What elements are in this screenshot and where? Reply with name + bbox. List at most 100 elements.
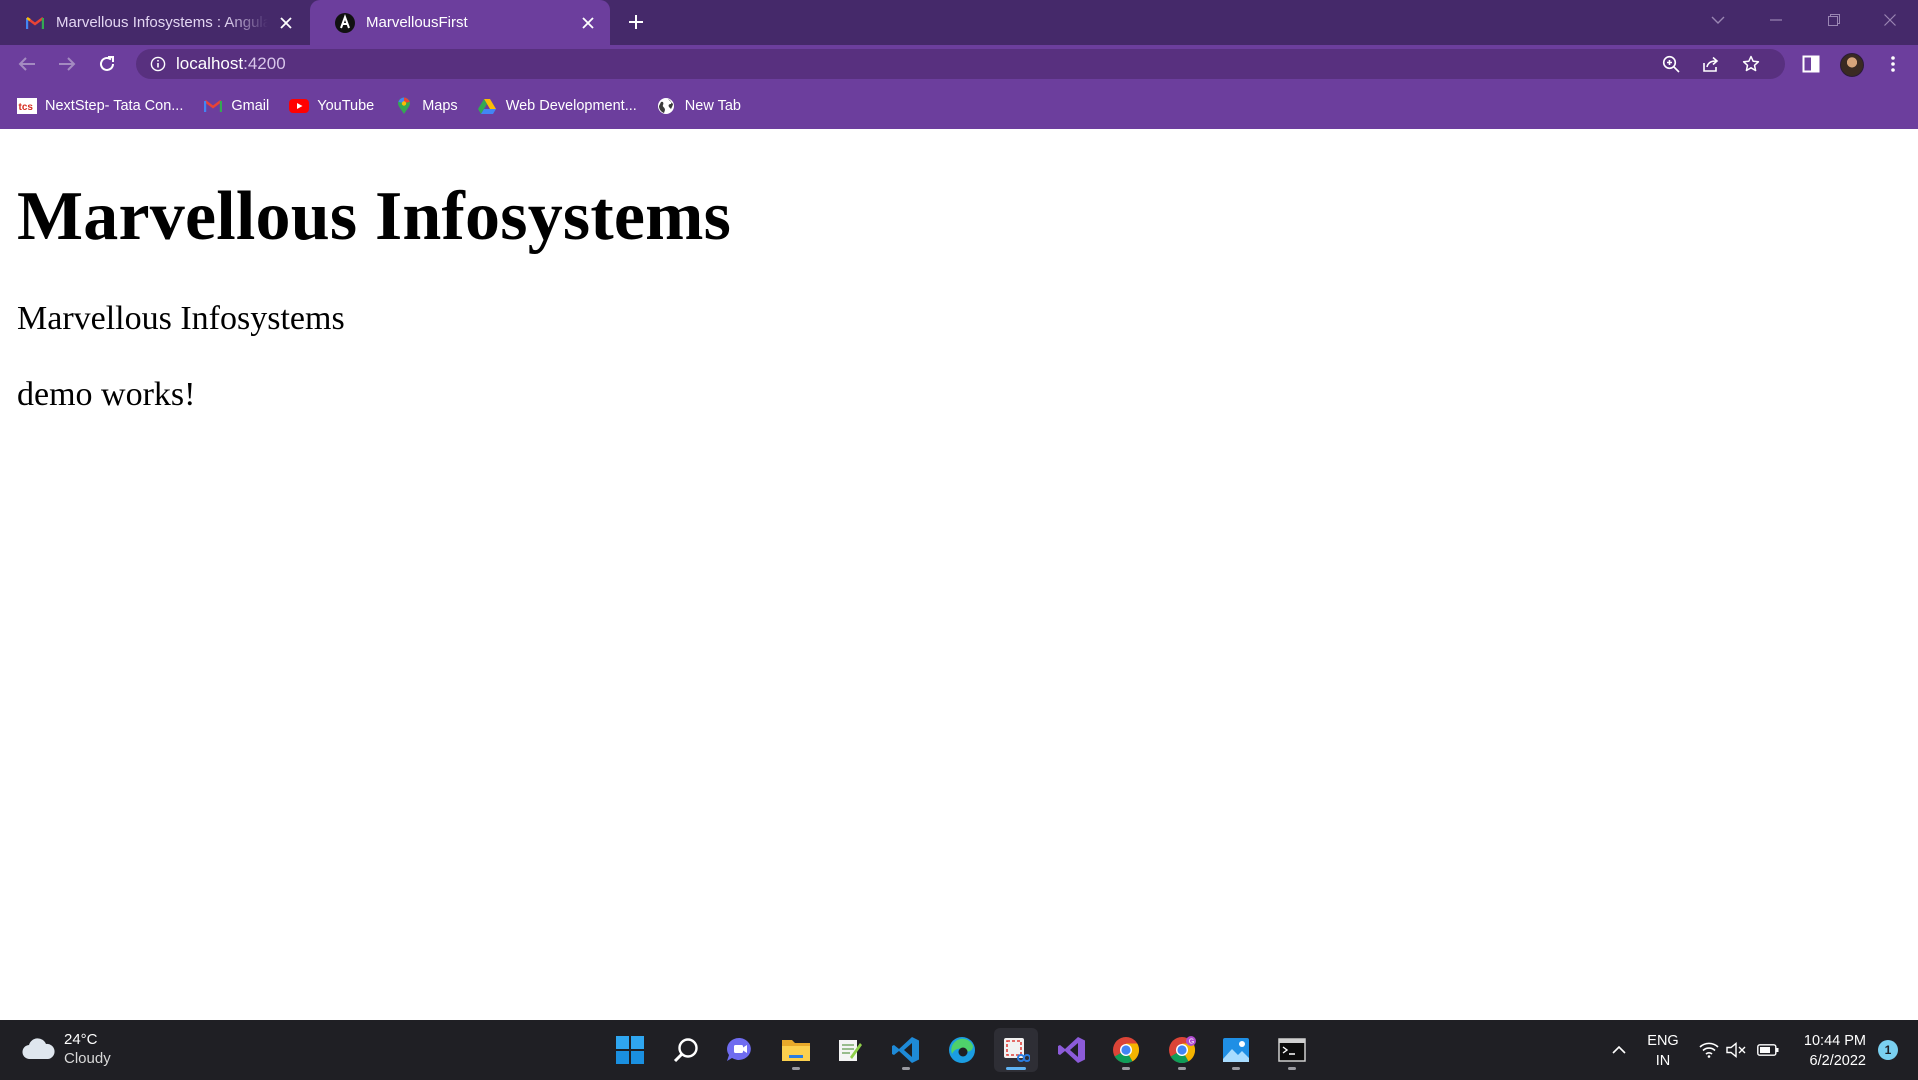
cloud-icon	[22, 1038, 56, 1060]
url-text: localhost:4200	[176, 54, 286, 74]
tab-title: MarvellousFirst	[366, 14, 468, 31]
edge-icon	[948, 1036, 976, 1064]
taskbar-terminal[interactable]	[1270, 1028, 1314, 1072]
taskbar-clock[interactable]: 10:44 PM 6/2/2022	[1796, 1031, 1866, 1071]
zoom-icon[interactable]	[1659, 52, 1683, 76]
language-code: ENG	[1647, 1033, 1679, 1049]
gmail-icon	[202, 97, 223, 115]
tab-title: Marvellous Infosystems : Angular	[56, 14, 268, 31]
chrome-icon	[1112, 1036, 1140, 1064]
url-host: localhost	[176, 54, 244, 73]
youtube-icon	[288, 97, 309, 115]
close-window-button[interactable]	[1862, 0, 1918, 40]
forward-button[interactable]	[51, 48, 83, 80]
site-info-icon[interactable]	[150, 56, 166, 72]
wifi-icon[interactable]	[1697, 1038, 1721, 1062]
tab-marvellousfirst[interactable]: MarvellousFirst	[310, 0, 610, 45]
running-indicator	[792, 1067, 800, 1070]
vscode-icon	[892, 1036, 920, 1064]
svg-text:tcs: tcs	[18, 102, 33, 113]
restore-button[interactable]	[1806, 0, 1862, 40]
menu-kebab-icon[interactable]	[1879, 50, 1907, 78]
snipping-tool-icon	[1002, 1036, 1030, 1064]
visual-studio-icon	[1058, 1036, 1086, 1064]
tcs-icon: tcs	[16, 97, 37, 115]
search-icon	[673, 1037, 699, 1063]
weather-condition: Cloudy	[64, 1050, 111, 1067]
file-explorer-icon	[781, 1037, 811, 1063]
notification-badge[interactable]: 1	[1878, 1040, 1898, 1060]
maps-icon	[393, 97, 414, 115]
bookmark-gmail[interactable]: Gmail	[202, 90, 279, 122]
browser-tab-strip: Marvellous Infosystems : Angular Marvell…	[0, 0, 1918, 45]
bookmark-label: New Tab	[684, 98, 741, 114]
page-paragraph: Marvellous Infosystems	[17, 300, 345, 337]
taskbar-edge[interactable]	[940, 1028, 984, 1072]
running-indicator	[1232, 1067, 1240, 1070]
start-button[interactable]	[608, 1028, 652, 1072]
new-tab-button[interactable]	[622, 8, 650, 36]
taskbar-photos[interactable]	[1214, 1028, 1258, 1072]
demo-component-text: demo works!	[17, 376, 196, 413]
bookmark-new-tab[interactable]: New Tab	[656, 90, 751, 122]
bookmark-nextstep[interactable]: tcs NextStep- Tata Con...	[16, 90, 193, 122]
weather-temp: 24°C	[64, 1031, 98, 1048]
clock-date: 6/2/2022	[1809, 1053, 1866, 1069]
share-icon[interactable]	[1699, 52, 1723, 76]
page-heading: Marvellous Infosystems	[17, 178, 732, 255]
bookmark-youtube[interactable]: YouTube	[288, 90, 384, 122]
taskbar-chrome-profile[interactable]: G	[1160, 1028, 1204, 1072]
side-panel-icon[interactable]	[1797, 50, 1825, 78]
taskbar-search[interactable]	[664, 1028, 708, 1072]
weather-widget[interactable]: 24°C Cloudy	[22, 1030, 111, 1068]
bookmark-star-icon[interactable]	[1739, 52, 1763, 76]
running-indicator	[1122, 1067, 1130, 1070]
windows-taskbar: 24°C Cloudy G ENG IN 10:44 PM 6/2/2022 1	[0, 1020, 1918, 1080]
page-content: Marvellous Infosystems Marvellous Infosy…	[0, 129, 1918, 1020]
chrome-profile-icon: G	[1168, 1036, 1196, 1064]
reload-button[interactable]	[91, 48, 123, 80]
language-indicator[interactable]: ENG IN	[1647, 1031, 1679, 1071]
bookmark-web-development[interactable]: Web Development...	[477, 90, 647, 122]
terminal-icon	[1278, 1038, 1306, 1062]
svg-text:G: G	[1189, 1039, 1194, 1046]
windows-start-icon	[616, 1036, 644, 1064]
bookmark-label: YouTube	[317, 98, 375, 114]
profile-avatar[interactable]	[1840, 53, 1864, 77]
taskbar-snipping-tool[interactable]	[994, 1028, 1038, 1072]
running-indicator	[1178, 1067, 1186, 1070]
taskbar-vscode[interactable]	[884, 1028, 928, 1072]
photos-icon	[1222, 1037, 1250, 1063]
volume-muted-icon[interactable]	[1724, 1038, 1748, 1062]
language-region: IN	[1655, 1053, 1671, 1069]
running-indicator	[1288, 1067, 1296, 1070]
address-bar[interactable]: localhost:4200	[136, 49, 1785, 79]
taskbar-teams-chat[interactable]	[718, 1028, 762, 1072]
taskbar-visual-studio[interactable]	[1050, 1028, 1094, 1072]
bookmark-label: Maps	[422, 98, 458, 114]
taskbar-file-explorer[interactable]	[774, 1028, 818, 1072]
running-indicator	[902, 1067, 910, 1070]
clock-time: 10:44 PM	[1803, 1033, 1866, 1049]
notepad-plus-icon	[837, 1037, 863, 1063]
tab-gmail[interactable]: Marvellous Infosystems : Angular	[0, 0, 308, 45]
bookmark-label: Web Development...	[505, 98, 637, 114]
back-button[interactable]	[11, 48, 43, 80]
close-tab-icon[interactable]	[274, 11, 298, 35]
bookmarks-bar: tcs NextStep- Tata Con... Gmail YouTube …	[0, 83, 1918, 129]
browser-toolbar: localhost:4200	[0, 45, 1918, 83]
running-indicator	[1006, 1067, 1026, 1070]
tab-search-icon[interactable]	[1690, 0, 1746, 40]
minimize-button[interactable]	[1748, 0, 1804, 40]
taskbar-chrome[interactable]	[1104, 1028, 1148, 1072]
bookmark-maps[interactable]: Maps	[393, 90, 467, 122]
taskbar-notepad-plus[interactable]	[828, 1028, 872, 1072]
battery-icon[interactable]	[1756, 1038, 1780, 1062]
bookmark-label: Gmail	[231, 98, 270, 114]
google-drive-icon	[477, 97, 498, 115]
close-tab-icon[interactable]	[576, 11, 600, 35]
teams-chat-icon	[726, 1037, 754, 1063]
gmail-icon	[24, 12, 46, 34]
url-port: :4200	[243, 54, 286, 73]
show-hidden-icons-chevron-up-icon[interactable]	[1607, 1038, 1631, 1062]
